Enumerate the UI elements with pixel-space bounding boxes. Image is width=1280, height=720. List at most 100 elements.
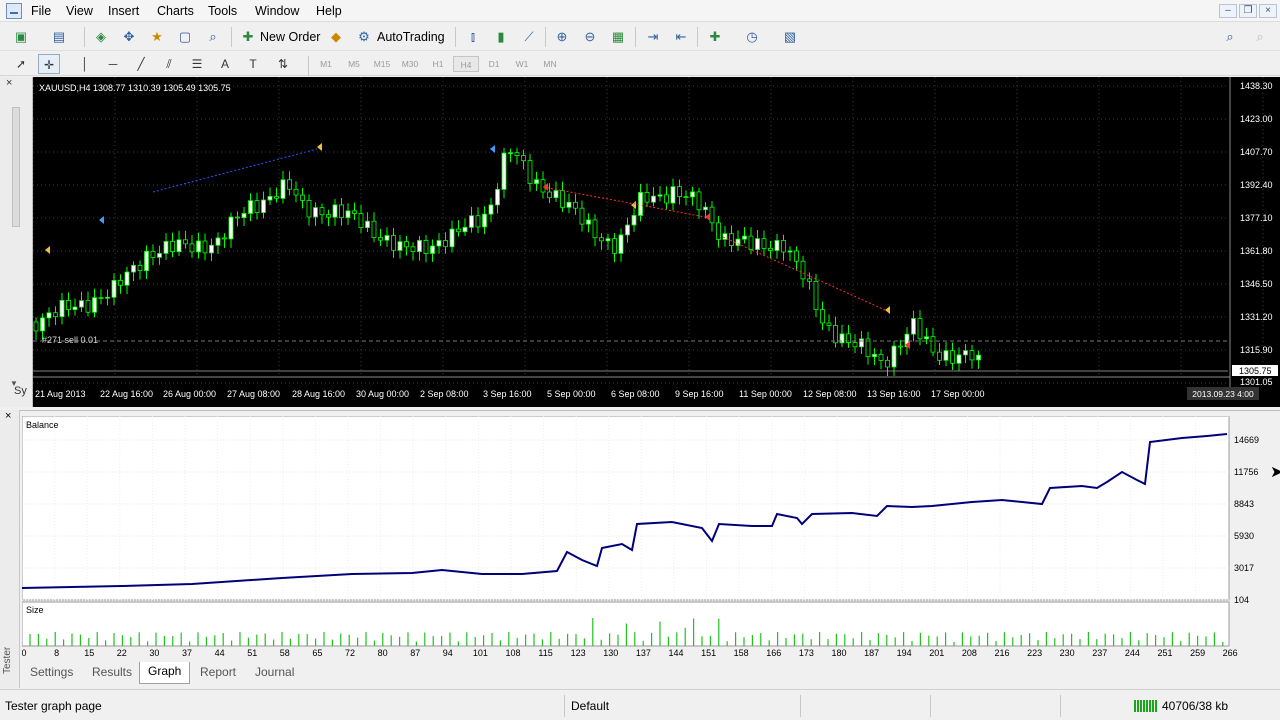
time-label: 22 Aug 16:00 — [100, 389, 153, 399]
market-watch-icon[interactable]: ◈ — [90, 27, 112, 47]
tab-settings[interactable]: Settings — [22, 663, 81, 683]
balance-axis-label: 5930 — [1234, 531, 1254, 541]
menu-charts[interactable]: Charts — [154, 3, 197, 19]
timeframe-h1[interactable]: H1 — [425, 56, 451, 72]
candle-body — [124, 271, 130, 286]
candle-body — [105, 296, 110, 299]
chart-scrollbar[interactable] — [12, 107, 20, 227]
bar-chart-icon[interactable]: ⫾ — [462, 27, 484, 47]
new-order-button[interactable]: New Order — [260, 28, 320, 46]
trade-number-label: 22 — [117, 648, 127, 658]
tile-windows-icon[interactable]: ▦ — [607, 27, 629, 47]
menu-file[interactable]: File — [28, 3, 54, 19]
candle-body — [924, 336, 929, 340]
navigator-icon[interactable]: ✥ — [118, 27, 140, 47]
metaeditor-icon[interactable]: ◆ — [325, 27, 347, 47]
strategy-tester-icon[interactable]: ⌕ — [202, 27, 224, 47]
fibonacci-icon[interactable]: ☰ — [186, 54, 208, 74]
candle-body — [638, 192, 643, 216]
toolbar-separator — [697, 27, 698, 47]
vertical-line-icon[interactable]: │ — [74, 54, 96, 74]
timeframe-w1[interactable]: W1 — [509, 56, 535, 72]
autoscroll-icon[interactable]: ⇥ — [642, 27, 664, 47]
timeframe-mn[interactable]: MN — [537, 56, 563, 72]
tester-close-icon[interactable]: × — [5, 410, 11, 422]
restore-icon[interactable]: ❐ — [1239, 4, 1257, 18]
new-order-icon[interactable]: ✚ — [237, 27, 259, 47]
tab-graph[interactable]: Graph — [139, 662, 191, 684]
candle-body — [118, 280, 123, 286]
timeframe-m5[interactable]: M5 — [341, 56, 367, 72]
candlestick-icon[interactable]: ▮ — [490, 27, 512, 47]
autotrading-button[interactable]: AutoTrading — [377, 28, 445, 46]
line-chart-icon[interactable]: ⟋ — [518, 27, 540, 47]
price-chart[interactable]: XAUUSD,H4 1308.77 1310.39 1305.49 1305.7… — [33, 77, 1280, 407]
candle-body — [339, 204, 344, 219]
horizontal-line-icon[interactable]: ─ — [102, 54, 124, 74]
trade-number-label: 123 — [571, 648, 586, 658]
search-icon[interactable]: ⌕ — [1219, 27, 1241, 47]
balance-label: Balance — [26, 420, 59, 430]
timeframe-m1[interactable]: M1 — [313, 56, 339, 72]
arrows-icon[interactable]: ⇅ — [272, 54, 294, 74]
menu-view[interactable]: View — [63, 3, 96, 19]
candle-body — [677, 186, 682, 197]
trade-number-label: 158 — [734, 648, 749, 658]
zoom-out-icon[interactable]: ⊖ — [579, 27, 601, 47]
status-divider — [800, 695, 801, 717]
chart-shift-icon[interactable]: ⇤ — [670, 27, 692, 47]
candle-body — [521, 155, 526, 162]
tab-results[interactable]: Results — [84, 663, 140, 683]
balance-axis-label: 11756 — [1234, 467, 1258, 477]
trade-number-label: 94 — [443, 648, 453, 658]
indicators-icon[interactable]: ✚ — [704, 27, 726, 47]
tab-journal[interactable]: Journal — [247, 663, 302, 683]
timeframe-h4[interactable]: H4 — [453, 56, 479, 72]
new-chart-icon[interactable]: ▣ — [10, 27, 32, 47]
trade-arrow-icon — [45, 246, 50, 254]
profiles-icon[interactable]: ▤ — [48, 27, 70, 47]
candle-body — [696, 191, 702, 211]
time-label: 5 Sep 00:00 — [547, 389, 596, 399]
candle-body — [228, 216, 234, 240]
text-icon[interactable]: A — [214, 54, 236, 74]
chart-close-icon[interactable]: × — [6, 77, 12, 89]
terminal-icon[interactable]: ▢ — [174, 27, 196, 47]
menu-help[interactable]: Help — [313, 3, 345, 19]
text-label-icon[interactable]: T — [242, 54, 264, 74]
equidistant-channel-icon[interactable]: ⫽ — [158, 54, 180, 74]
candle-body — [514, 152, 520, 156]
crosshair-icon[interactable]: ✛ — [38, 54, 60, 74]
candle-body — [209, 244, 214, 254]
timeframe-d1[interactable]: D1 — [481, 56, 507, 72]
chart-tab-symbol[interactable]: Sy — [14, 385, 27, 397]
time-label: 17 Sep 00:00 — [931, 389, 985, 399]
autotrading-icon[interactable]: ⚙ — [353, 27, 375, 47]
search-field-icon[interactable]: ⌕ — [1249, 27, 1271, 47]
periods-icon[interactable]: ◷ — [741, 27, 763, 47]
data-window-icon[interactable]: ★ — [146, 27, 168, 47]
close-icon[interactable]: × — [1259, 4, 1277, 18]
minimize-icon[interactable]: – — [1219, 4, 1237, 18]
candle-body — [365, 220, 370, 228]
candle-body — [865, 338, 871, 358]
timeframe-m15[interactable]: M15 — [369, 56, 395, 72]
candle-body — [540, 179, 546, 193]
chart-info: XAUUSD,H4 1308.77 1310.39 1305.49 1305.7… — [39, 83, 231, 93]
app-icon[interactable] — [6, 3, 22, 19]
templates-icon[interactable]: ▧ — [779, 27, 801, 47]
menu-window[interactable]: Window — [252, 3, 302, 19]
menu-insert[interactable]: Insert — [105, 3, 142, 19]
candle-body — [436, 240, 442, 247]
candle-body — [599, 237, 604, 242]
candle-body — [683, 196, 689, 198]
size-label: Size — [26, 605, 44, 615]
status-divider — [930, 695, 931, 717]
menu-tools[interactable]: Tools — [205, 3, 240, 19]
trendline-icon[interactable]: ╱ — [130, 54, 152, 74]
tab-report[interactable]: Report — [192, 663, 244, 683]
cursor-icon[interactable]: ➚ — [10, 54, 32, 74]
timeframe-m30[interactable]: M30 — [397, 56, 423, 72]
zoom-in-icon[interactable]: ⊕ — [551, 27, 573, 47]
trade-number-label: 15 — [84, 648, 94, 658]
